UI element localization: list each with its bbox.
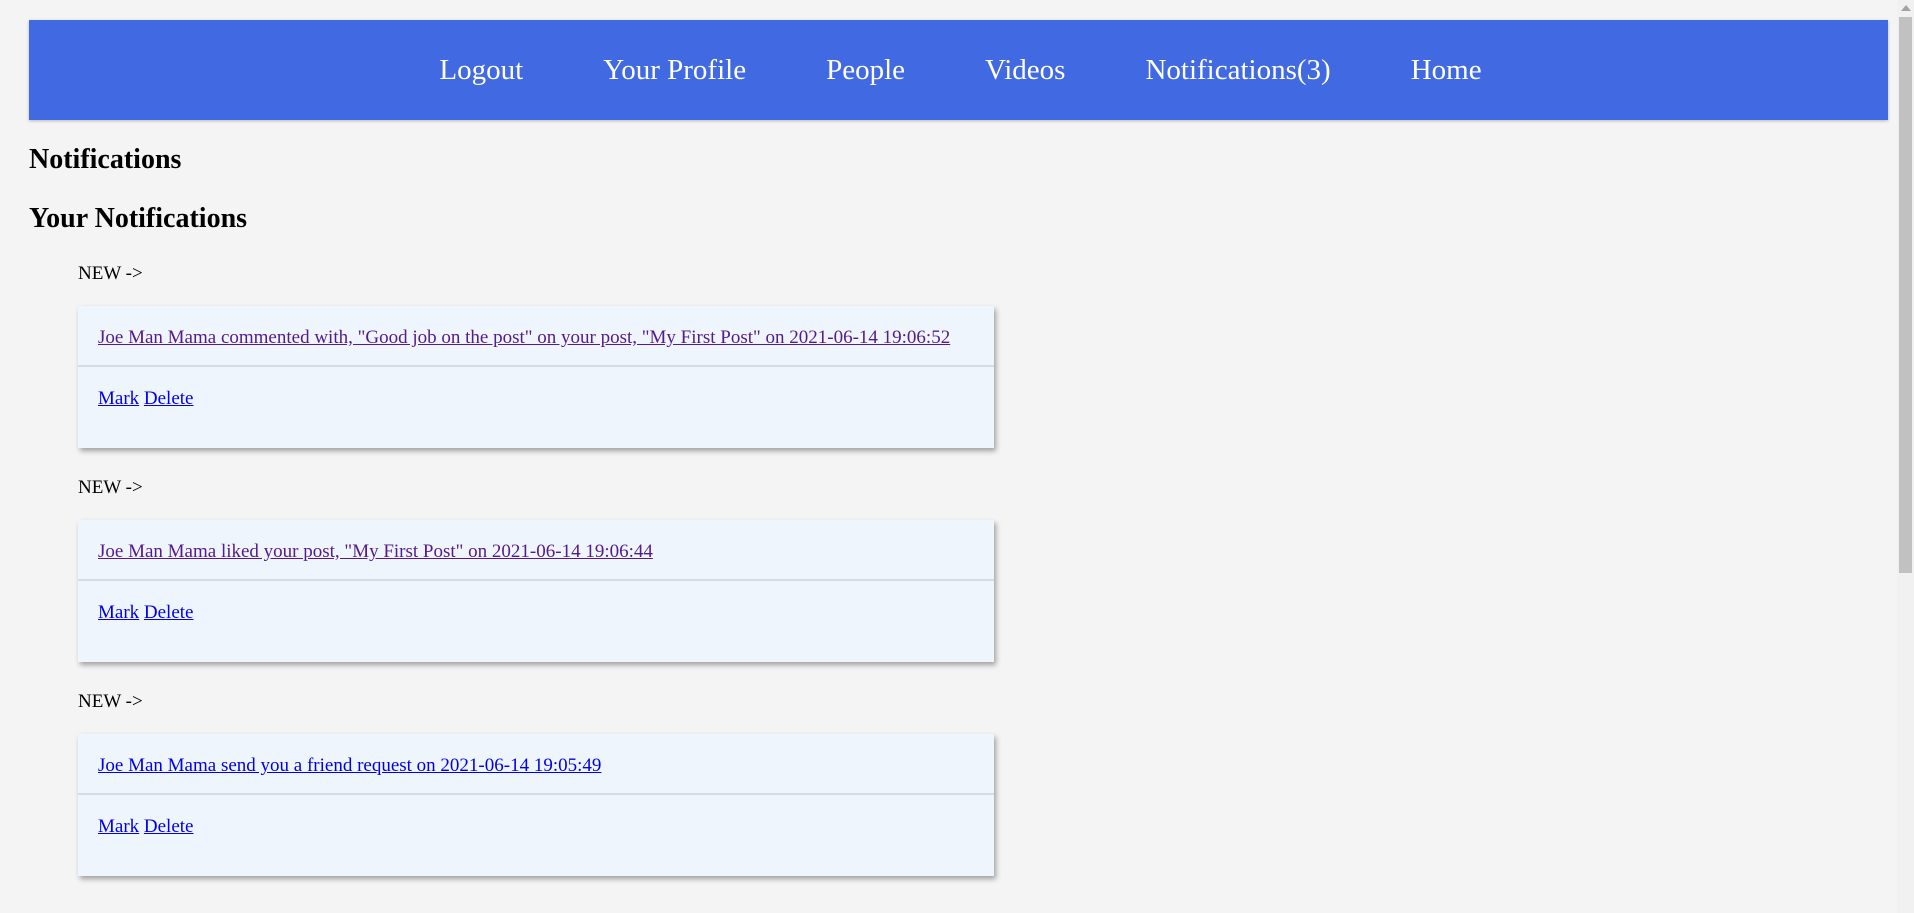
page: Logout Your Profile People Videos Notifi… — [0, 0, 1914, 913]
notification-card: Joe Man Mama commented with, "Good job o… — [78, 306, 994, 448]
new-status-label: NEW -> — [78, 691, 143, 712]
notification-actions: Mark Delete — [78, 795, 994, 876]
mark-link[interactable]: Mark — [98, 388, 139, 409]
nav-notifications-link[interactable]: Notifications(3) — [1145, 54, 1330, 87]
mark-link[interactable]: Mark — [98, 816, 139, 837]
notification-link[interactable]: Joe Man Mama send you a friend request o… — [98, 755, 601, 776]
nav-links: Logout Your Profile People Videos Notifi… — [399, 54, 1521, 87]
mark-link[interactable]: Mark — [98, 602, 139, 623]
notification-body: Joe Man Mama send you a friend request o… — [78, 734, 994, 795]
delete-link[interactable]: Delete — [144, 602, 194, 623]
notification-link[interactable]: Joe Man Mama commented with, "Good job o… — [98, 327, 950, 348]
top-navbar: Logout Your Profile People Videos Notifi… — [29, 20, 1888, 120]
nav-people-link[interactable]: People — [826, 54, 905, 87]
delete-link[interactable]: Delete — [144, 388, 194, 409]
notification-card: Joe Man Mama liked your post, "My First … — [78, 520, 994, 662]
scrollbar-thumb[interactable] — [1899, 17, 1912, 573]
nav-your-profile-link[interactable]: Your Profile — [603, 54, 746, 87]
notification-link[interactable]: Joe Man Mama liked your post, "My First … — [98, 541, 653, 562]
notification-body: Joe Man Mama liked your post, "My First … — [78, 520, 994, 581]
notification-actions: Mark Delete — [78, 367, 994, 448]
nav-videos-link[interactable]: Videos — [985, 54, 1065, 87]
new-status-label: NEW -> — [78, 477, 143, 498]
notification-list: NEW -> Joe Man Mama commented with, "Goo… — [78, 262, 996, 904]
nav-home-link[interactable]: Home — [1411, 54, 1482, 87]
notification-body: Joe Man Mama commented with, "Good job o… — [78, 306, 994, 367]
delete-link[interactable]: Delete — [144, 816, 194, 837]
notification-actions: Mark Delete — [78, 581, 994, 662]
vertical-scrollbar[interactable] — [1897, 0, 1914, 913]
scroll-up-arrow-icon[interactable] — [1901, 5, 1911, 11]
page-title: Notifications — [29, 144, 182, 175]
nav-logout-link[interactable]: Logout — [439, 54, 523, 87]
notification-card: Joe Man Mama send you a friend request o… — [78, 734, 994, 876]
section-title: Your Notifications — [29, 203, 248, 234]
new-status-label: NEW -> — [78, 263, 143, 284]
